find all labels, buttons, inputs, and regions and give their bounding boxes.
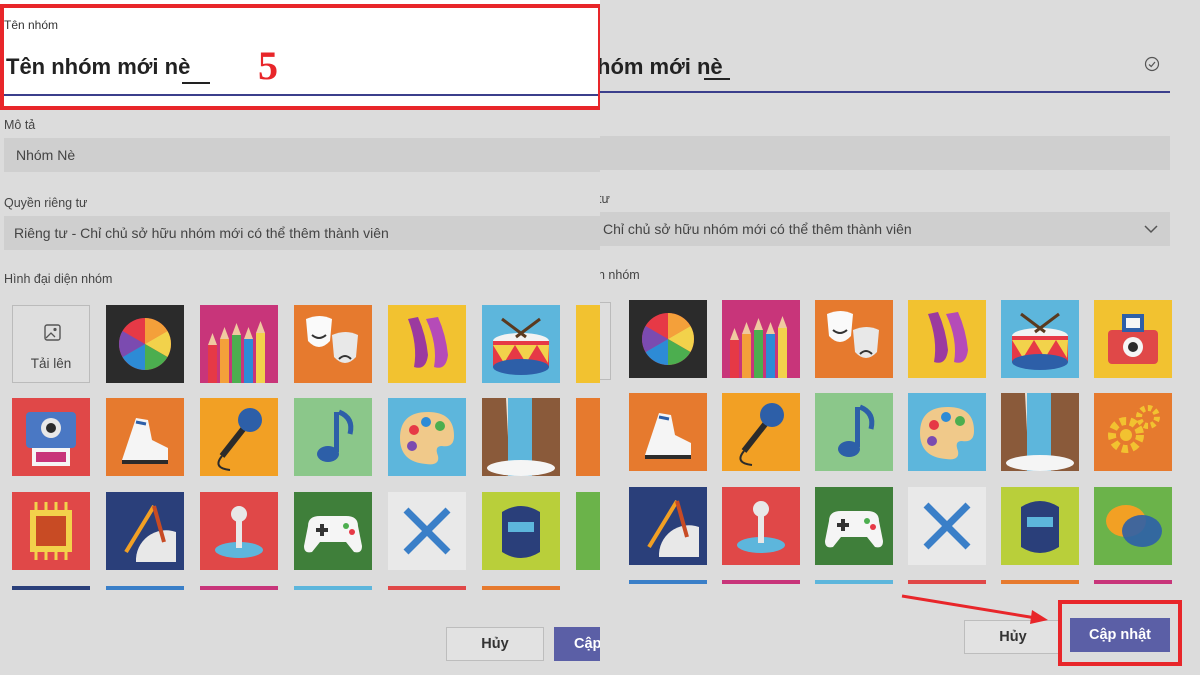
paint-palette-icon[interactable] (388, 398, 466, 476)
microphone-icon[interactable] (722, 393, 800, 471)
image-icon (44, 324, 61, 341)
description-input[interactable]: Nhóm Nè (4, 138, 600, 172)
wrench-screwdriver-icon[interactable] (908, 487, 986, 565)
camera-icon-partial[interactable] (576, 305, 600, 383)
description-value: Nhóm Nè (16, 147, 76, 163)
music-note-icon[interactable] (294, 398, 372, 476)
ballet-shoes-icon[interactable] (388, 305, 466, 383)
sneaker-icon[interactable] (106, 398, 184, 476)
theater-masks-icon[interactable] (294, 305, 372, 383)
privacy-select[interactable]: Riêng tư - Chỉ chủ sở hữu nhóm mới có th… (4, 216, 600, 250)
paint-palette-icon[interactable] (908, 393, 986, 471)
tile-row4 (722, 580, 800, 584)
tile-row4 (629, 580, 707, 584)
gears-icon-partial[interactable] (576, 398, 600, 476)
welding-mask-icon[interactable] (482, 492, 560, 570)
ballet-shoes-icon[interactable] (908, 300, 986, 378)
game-controller-icon[interactable] (294, 492, 372, 570)
tile-row4 (388, 586, 466, 590)
upload-tile[interactable]: Tải lên (12, 305, 90, 383)
camera-icon[interactable] (1094, 300, 1172, 378)
joystick-icon[interactable] (722, 487, 800, 565)
spellcheck-underline (704, 78, 730, 80)
upload-tile-partial[interactable] (600, 302, 611, 380)
tile-row4 (294, 586, 372, 590)
chevron-down-icon (1144, 225, 1158, 234)
check-circle-icon (1144, 56, 1160, 72)
drum-icon[interactable] (1001, 300, 1079, 378)
sneaker-icon[interactable] (629, 393, 707, 471)
microphone-icon[interactable] (200, 398, 278, 476)
drafting-tools-icon[interactable] (629, 487, 707, 565)
welding-mask-icon[interactable] (1001, 487, 1079, 565)
joystick-icon[interactable] (200, 492, 278, 570)
description-label: Mô tả (4, 118, 36, 132)
group-name-input[interactable]: hóm mới nè (600, 54, 723, 80)
privacy-value: Riêng tư - Chỉ chủ sở hữu nhóm mới có th… (14, 225, 389, 241)
input-underline (600, 91, 1170, 93)
game-controller-icon[interactable] (815, 487, 893, 565)
waterfall-icon[interactable] (1001, 393, 1079, 471)
group-name-value: hóm mới nè (600, 54, 723, 79)
color-wheel-icon[interactable] (106, 305, 184, 383)
tile-row4 (908, 580, 986, 584)
update-button[interactable]: Cập (554, 627, 600, 661)
tile-row4 (482, 586, 560, 590)
pencils-icon[interactable] (722, 300, 800, 378)
avatar-label: Hình đại diện nhóm (4, 272, 113, 286)
theater-masks-icon[interactable] (815, 300, 893, 378)
privacy-label: tư (600, 192, 610, 206)
drum-icon[interactable] (482, 305, 560, 383)
highlight-box (1058, 600, 1182, 666)
music-note-icon[interactable] (815, 393, 893, 471)
right-panel: hóm mới nè tư Chỉ chủ sở hữu nhóm mới có… (600, 0, 1200, 675)
privacy-value: Chỉ chủ sở hữu nhóm mới có thể thêm thàn… (603, 221, 912, 237)
tile-row4 (1094, 580, 1172, 584)
tile-row4 (106, 586, 184, 590)
highlight-box (0, 4, 600, 110)
pencils-icon[interactable] (200, 305, 278, 383)
tile-row4 (200, 586, 278, 590)
drafting-tools-icon[interactable] (106, 492, 184, 570)
tile-row4 (815, 580, 893, 584)
avatar-label: n nhóm (600, 268, 640, 282)
description-input[interactable] (600, 136, 1170, 170)
wrench-screwdriver-icon[interactable] (388, 492, 466, 570)
circuit-chip-icon[interactable] (12, 492, 90, 570)
tile-row4 (12, 586, 90, 590)
gears-icon[interactable] (1094, 393, 1172, 471)
cancel-button[interactable]: Hủy (446, 627, 544, 661)
privacy-label: Quyền riêng tư (4, 196, 88, 210)
upload-label: Tải lên (30, 356, 72, 371)
tile-row4 (1001, 580, 1079, 584)
pointer-arrow-icon (901, 594, 1048, 624)
color-wheel-icon[interactable] (629, 300, 707, 378)
chat-bubbles-icon-partial[interactable] (576, 492, 600, 570)
instant-camera-icon[interactable] (12, 398, 90, 476)
chat-bubbles-icon[interactable] (1094, 487, 1172, 565)
privacy-select[interactable]: Chỉ chủ sở hữu nhóm mới có thể thêm thàn… (600, 212, 1170, 246)
waterfall-icon[interactable] (482, 398, 560, 476)
left-panel: Tên nhóm Tên nhóm mới nè 5 Mô tả Nhóm Nè… (0, 0, 600, 675)
